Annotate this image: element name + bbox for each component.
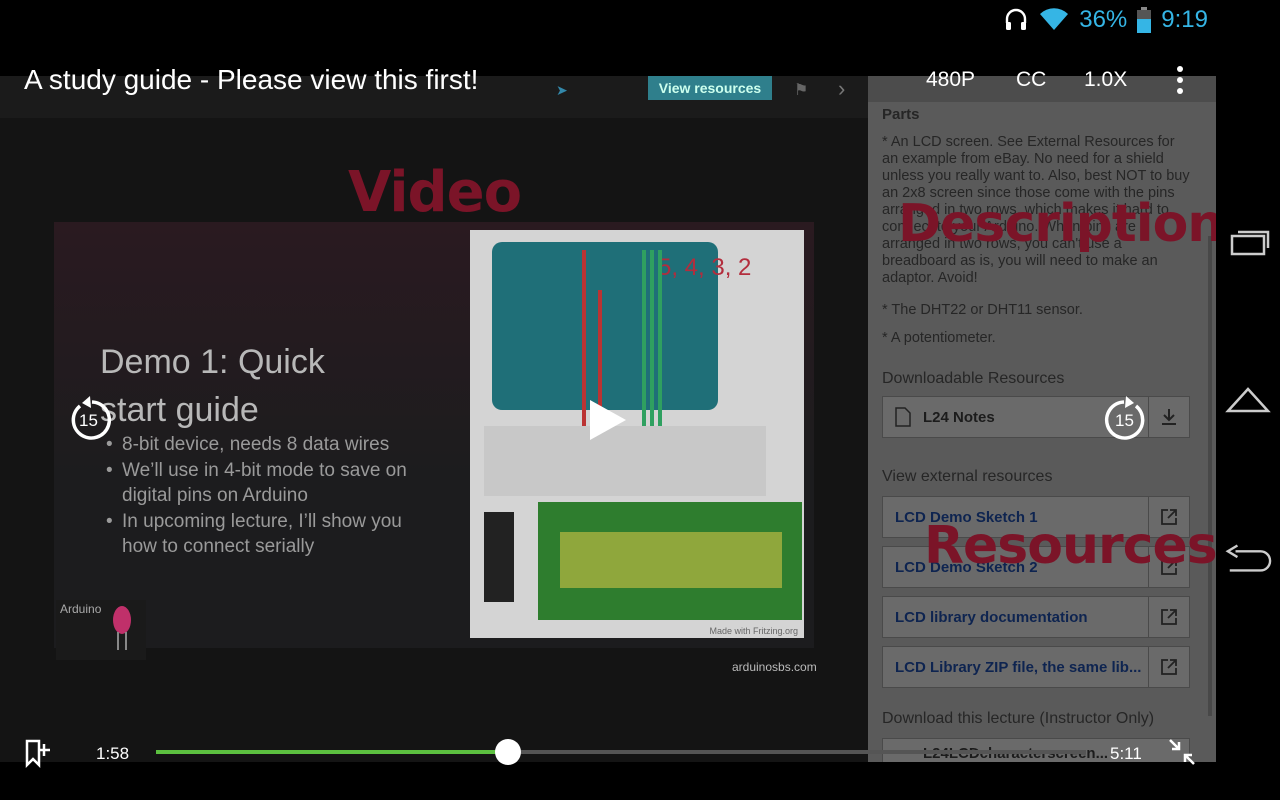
open-external-button[interactable]: [1148, 597, 1189, 637]
external-heading: View external resources: [882, 468, 1053, 485]
led-icon: [113, 606, 131, 650]
recent-apps-icon: [1230, 230, 1270, 256]
arduino-badge: Arduino: [56, 600, 146, 660]
headphones-icon: [1003, 7, 1029, 33]
external-link-icon: [1161, 659, 1177, 675]
more-options-icon: [1177, 66, 1183, 72]
play-button[interactable]: [588, 398, 628, 447]
parts-heading: Parts: [882, 106, 920, 123]
downloadable-heading: Downloadable Resources: [882, 370, 1065, 387]
quality-button[interactable]: 480P: [926, 68, 975, 92]
skip-forward-button[interactable]: 15: [1102, 396, 1150, 444]
captions-button[interactable]: CC: [1016, 68, 1046, 92]
description-overlay-label: Description: [898, 194, 1216, 254]
arduino-diagram: 5, 4, 3, 2 Made with Fritzing.org: [470, 230, 804, 638]
bookmark-add-icon: [25, 739, 50, 769]
list-item: 8-bit device, needs 8 data wires: [100, 432, 430, 457]
speed-button[interactable]: 1.0X: [1084, 68, 1127, 92]
site-label: arduinosbs.com: [732, 660, 817, 674]
resources-overlay-label: Resources: [924, 516, 1216, 576]
fullscreen-exit-icon: [1169, 739, 1195, 765]
badge-label: Arduino: [60, 602, 102, 616]
seek-thumb[interactable]: [495, 739, 522, 765]
cursor-icon: ➤: [556, 82, 568, 98]
system-nav-bar: [1216, 0, 1280, 800]
skip-back-seconds: 15: [79, 411, 98, 430]
pins-label: 5, 4, 3, 2: [658, 254, 752, 281]
lcd-module: [538, 502, 802, 620]
sensor-text: * The DHT22 or DHT11 sensor.: [882, 302, 1083, 318]
external-link-icon: [1161, 609, 1177, 625]
play-icon: [590, 400, 626, 440]
video-frame: ➤ View resources ⚑ › Video Demo 1: Quick…: [0, 76, 868, 762]
slide-heading: Demo 1: Quick start guide: [100, 343, 325, 429]
external-link-label: LCD library documentation: [895, 609, 1088, 626]
lecture-sidebar: Parts * An LCD screen. See External Reso…: [868, 76, 1216, 762]
slide-content: Demo 1: Quick start guide 8-bit device, …: [54, 222, 814, 648]
external-link-item[interactable]: LCD Library ZIP file, the same lib...: [882, 646, 1190, 688]
video-title: A study guide - Please view this first!: [24, 64, 479, 95]
skip-forward-seconds: 15: [1115, 411, 1134, 430]
total-duration: 5:11: [1110, 744, 1142, 763]
file-icon: [895, 407, 911, 427]
download-item-label: L24 Notes: [923, 409, 995, 426]
recent-apps-button[interactable]: [1224, 218, 1272, 266]
playback-controls: 1:58 5:11: [0, 730, 1216, 774]
seek-bar-progress: [156, 750, 509, 754]
more-options-button[interactable]: [1168, 66, 1192, 94]
battery-percent: 36%: [1079, 6, 1128, 33]
flag-icon: ⚑: [794, 82, 809, 99]
pot-text: * A potentiometer.: [882, 330, 996, 346]
view-resources-button: View resources: [648, 76, 772, 100]
potentiometer: [484, 512, 514, 602]
home-button[interactable]: [1224, 376, 1272, 424]
status-bar: 36% 9:19: [0, 0, 1216, 40]
download-icon: [1162, 409, 1176, 425]
list-item: We’ll use in 4-bit mode to save on digit…: [100, 458, 430, 508]
exit-fullscreen-button[interactable]: [1168, 738, 1196, 771]
fritzing-credit: Made with Fritzing.org: [709, 626, 798, 636]
back-icon: [1225, 544, 1272, 572]
battery-icon: [1137, 7, 1152, 33]
open-external-button[interactable]: [1148, 647, 1189, 687]
external-link-label: LCD Library ZIP file, the same lib...: [895, 659, 1142, 676]
skip-back-button[interactable]: 15: [66, 396, 114, 444]
home-icon: [1225, 387, 1271, 413]
list-item: In upcoming lecture, I’ll show you how t…: [100, 509, 430, 559]
download-lecture-heading: Download this lecture (Instructor Only): [882, 710, 1155, 727]
lcd-screen: [560, 532, 782, 588]
wifi-icon: [1039, 8, 1069, 32]
download-button[interactable]: [1148, 397, 1189, 437]
video-overlay-label: Video: [348, 160, 522, 225]
clock: 9:19: [1161, 6, 1208, 33]
external-link-item[interactable]: LCD library documentation: [882, 596, 1190, 638]
back-button[interactable]: [1224, 534, 1272, 582]
bookmark-button[interactable]: [24, 738, 54, 773]
chevron-right-icon: ›: [838, 76, 846, 101]
sidebar-scrollbar[interactable]: [1208, 236, 1212, 716]
slide-bullets: 8-bit device, needs 8 data wires We’ll u…: [100, 432, 430, 560]
elapsed-time: 1:58: [96, 744, 130, 763]
seek-bar[interactable]: [156, 739, 1086, 765]
